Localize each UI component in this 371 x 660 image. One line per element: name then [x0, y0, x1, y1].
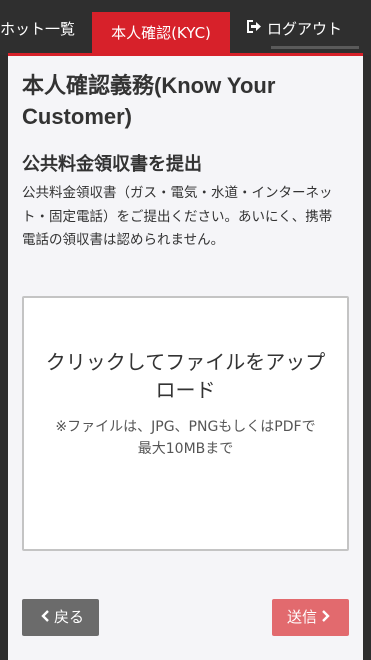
upload-note-size: 最大10MBまで	[137, 441, 234, 457]
nav-item-kyc[interactable]: 本人確認(KYC)	[92, 12, 230, 54]
logout-label: ログアウト	[267, 20, 343, 38]
section-title: 公共料金領収書を提出	[22, 154, 202, 175]
back-button-label: 戻る	[53, 608, 84, 626]
description-text: 公共料金領収書（ガス・電気・水道・インターネット・固定電話）をご提出ください。あ…	[22, 185, 333, 248]
sign-out-icon	[245, 14, 263, 44]
submit-button[interactable]: 送信	[272, 599, 349, 636]
chevron-right-icon	[321, 599, 330, 636]
upload-note: ※ファイルは、JPG、PNGもしくはPDFで 最大10MBまで	[51, 416, 321, 460]
upload-note-formats: ※ファイルは、JPG、PNGもしくはPDFで	[55, 419, 316, 435]
logout-button[interactable]: ログアウト	[245, 14, 342, 44]
file-upload-dropzone[interactable]: クリックしてファイルをアップロード ※ファイルは、JPG、PNGもしくはPDFで…	[22, 296, 349, 551]
nav-underline	[271, 46, 359, 49]
nav-item-wallet-list[interactable]: ホット一覧	[0, 14, 75, 44]
nav-item-label: ホット一覧	[0, 20, 76, 38]
submit-button-label: 送信	[286, 608, 317, 626]
kyc-card: 本人確認義務(Know Your Customer) 公共料金領収書を提出 公共…	[8, 56, 363, 660]
page-title: 本人確認義務(Know Your Customer)	[22, 73, 276, 129]
upload-instruction: クリックしてファイルをアップロード	[45, 350, 326, 402]
top-navbar: ホット一覧 本人確認(KYC) ログアウト	[0, 0, 371, 55]
nav-item-label: 本人確認(KYC)	[111, 24, 211, 42]
chevron-left-icon	[41, 599, 50, 636]
back-button[interactable]: 戻る	[22, 599, 99, 636]
